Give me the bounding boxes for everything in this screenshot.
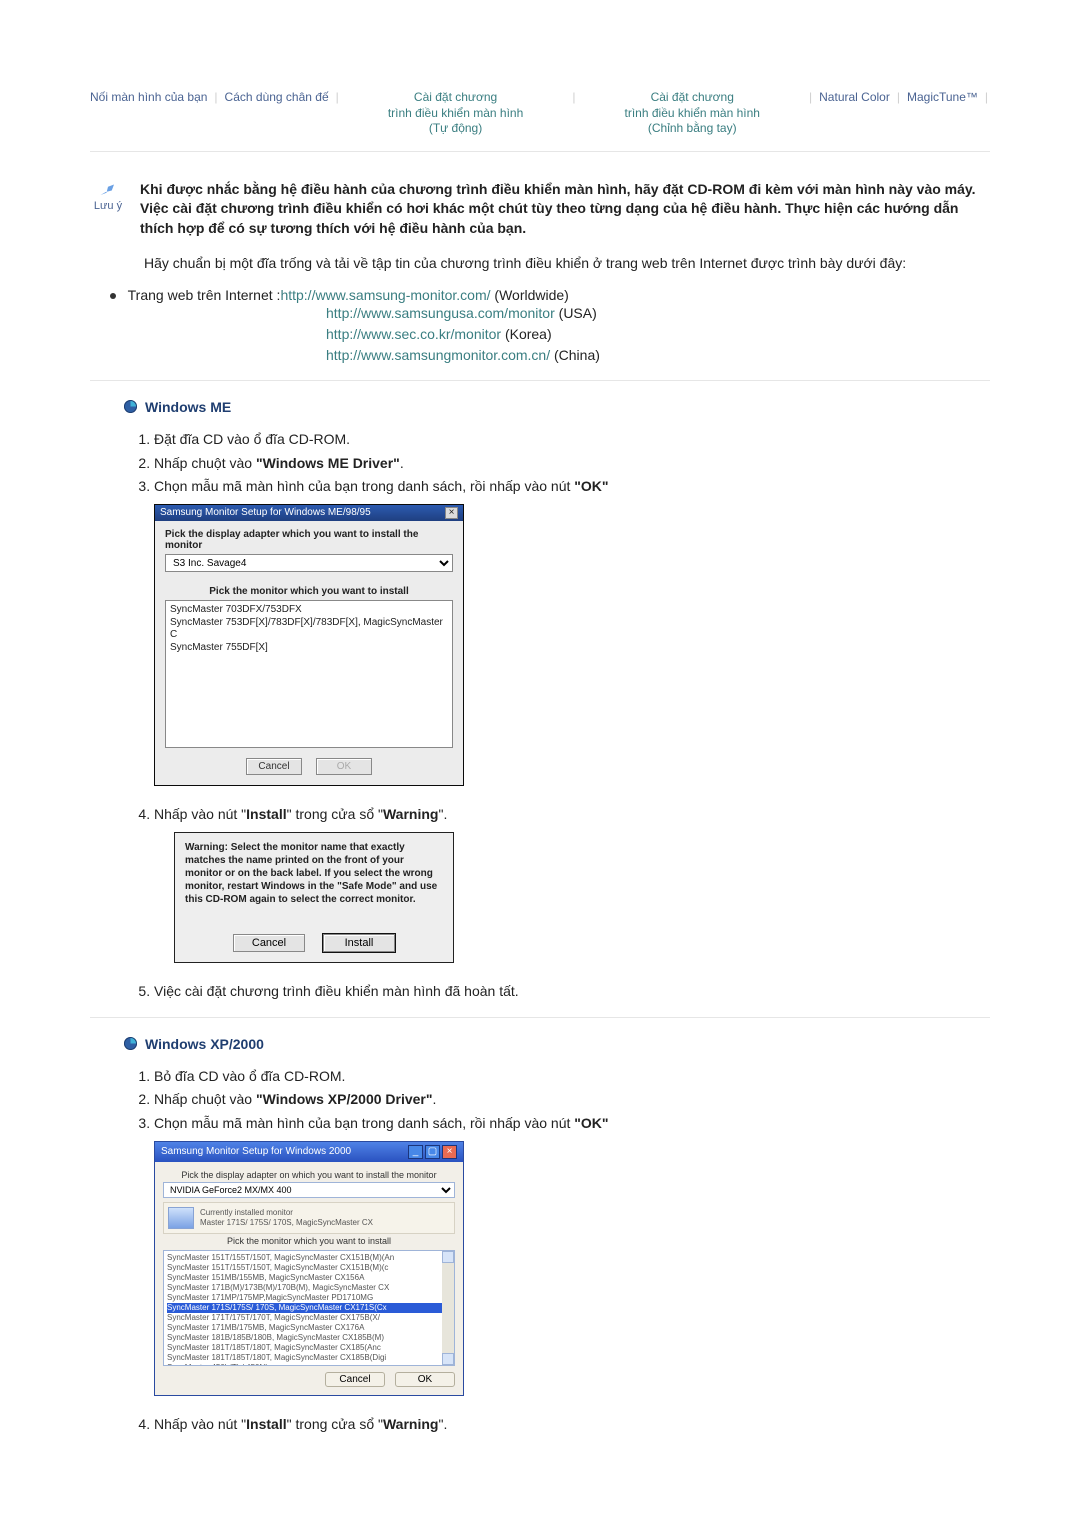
me-dialog-titlebar: Samsung Monitor Setup for Windows ME/98/… <box>155 505 463 521</box>
link-worldwide[interactable]: http://www.samsung-monitor.com/ <box>280 287 490 303</box>
me-dialog-adapter-label: Pick the display adapter which you want … <box>165 529 453 551</box>
xp-dialog-monitor-list[interactable]: SyncMaster 151T/155T/150T, MagicSyncMast… <box>163 1250 455 1366</box>
ok-button[interactable]: OK <box>316 758 372 775</box>
nav-install-driver-auto[interactable]: Cài đặt chương trình điều khiển màn hình… <box>346 90 566 137</box>
nav-stand-usage[interactable]: Cách dùng chân đế <box>225 90 329 106</box>
list-item[interactable]: SyncMaster 171MP/175MP,MagicSyncMaster P… <box>167 1293 451 1303</box>
scrollbar[interactable] <box>442 1251 454 1365</box>
me-dialog-title: Samsung Monitor Setup for Windows ME/98/… <box>160 507 371 518</box>
list-item-selected[interactable]: SyncMaster 171S/175S/ 170S, MagicSyncMas… <box>167 1303 451 1313</box>
xp-step-2: Nhấp chuột vào "Windows XP/2000 Driver". <box>154 1089 990 1111</box>
cancel-button[interactable]: Cancel <box>325 1372 385 1387</box>
me-step-4: Nhấp vào nút "Install" trong cửa sổ "War… <box>154 804 990 826</box>
me-setup-dialog: Samsung Monitor Setup for Windows ME/98/… <box>154 504 464 787</box>
xp-setup-dialog: Samsung Monitor Setup for Windows 2000 _… <box>154 1141 464 1396</box>
list-item[interactable]: SyncMaster 151T/155T/150T, MagicSyncMast… <box>167 1253 451 1263</box>
top-nav: Nối màn hình của bạn | Cách dùng chân đế… <box>90 90 990 152</box>
cancel-button[interactable]: Cancel <box>246 758 302 775</box>
pie-icon <box>124 1037 137 1050</box>
me-warning-dialog: Warning: Select the monitor name that ex… <box>174 832 454 963</box>
list-item[interactable]: SyncMaster 755DF[X] <box>170 642 448 655</box>
install-button[interactable]: Install <box>323 934 395 952</box>
note-icon-label: Lưu ý <box>94 200 122 212</box>
xp-current-label: Currently installed monitor <box>200 1208 373 1218</box>
me-step-5: Việc cài đặt chương trình điều khiển màn… <box>154 981 990 1003</box>
me-step-3: Chọn mẫu mã màn hình của bạn trong danh … <box>154 476 990 498</box>
scroll-down-icon[interactable] <box>442 1353 454 1365</box>
xp-dialog-adapter-label: Pick the display adapter on which you wa… <box>163 1170 455 1180</box>
note-sub: Hãy chuẩn bị một đĩa trống và tải về tập… <box>144 253 990 273</box>
list-item[interactable]: SyncMaster 703DFX/753DFX <box>170 604 448 617</box>
section-separator <box>90 380 990 381</box>
links-list: http://www.samsungusa.com/monitor (USA) … <box>326 303 990 366</box>
note-icon: Lưu ý <box>90 180 126 212</box>
note-block: Lưu ý Khi được nhắc bằng hệ điều hành củ… <box>90 180 990 239</box>
me-step-1: Đặt đĩa CD vào ổ đĩa CD-ROM. <box>154 429 990 451</box>
nav-magictune[interactable]: MagicTune™ <box>907 90 978 106</box>
me-warning-text: Warning: Select the monitor name that ex… <box>185 841 443 906</box>
link-suffix: (Korea) <box>501 326 552 342</box>
monitor-icon <box>168 1207 194 1229</box>
xp-steps: Bỏ đĩa CD vào ổ đĩa CD-ROM. Nhấp chuột v… <box>154 1066 990 1135</box>
link-usa[interactable]: http://www.samsungusa.com/monitor <box>326 305 555 321</box>
list-item[interactable]: SyncMaster 450b(T) / 450Nb <box>167 1363 451 1366</box>
xp-steps-2: Nhấp vào nút "Install" trong cửa sổ "War… <box>154 1414 990 1436</box>
nav-divider: | <box>570 90 577 104</box>
nav-divider: | <box>983 90 990 104</box>
nav-divider: | <box>807 90 814 104</box>
cancel-button[interactable]: Cancel <box>233 934 305 952</box>
list-item[interactable]: SyncMaster 171T/175T/170T, MagicSyncMast… <box>167 1313 451 1323</box>
close-icon[interactable]: × <box>442 1145 457 1159</box>
links-lead: Trang web trên Internet : <box>128 287 281 303</box>
close-icon[interactable]: × <box>445 507 458 519</box>
links-lead-row: Trang web trên Internet :http://www.sams… <box>124 287 990 303</box>
xp-dialog-current-monitor: Currently installed monitor Master 171S/… <box>163 1202 455 1234</box>
ok-button[interactable]: OK <box>395 1372 455 1387</box>
xp-dialog-titlebar: Samsung Monitor Setup for Windows 2000 _… <box>155 1142 463 1162</box>
me-dialog-monitor-label: Pick the monitor which you want to insta… <box>165 586 453 597</box>
nav-natural-color[interactable]: Natural Color <box>819 90 890 106</box>
link-suffix: (USA) <box>555 305 597 321</box>
scroll-up-icon[interactable] <box>442 1251 454 1263</box>
list-item[interactable]: SyncMaster 171MB/175MB, MagicSyncMaster … <box>167 1323 451 1333</box>
xp-dialog-adapter-select[interactable]: NVIDIA GeForce2 MX/MX 400 <box>163 1182 455 1198</box>
minimize-icon[interactable]: _ <box>408 1145 423 1159</box>
link-korea[interactable]: http://www.sec.co.kr/monitor <box>326 326 501 342</box>
xp-dialog-title: Samsung Monitor Setup for Windows 2000 <box>161 1146 351 1157</box>
nav-divider: | <box>212 90 219 104</box>
nav-divider: | <box>895 90 902 104</box>
me-step-2: Nhấp chuột vào "Windows ME Driver". <box>154 453 990 475</box>
xp-step-3: Chọn mẫu mã màn hình của bạn trong danh … <box>154 1113 990 1135</box>
link-suffix: (Worldwide) <box>491 287 569 303</box>
nav-install-driver-manual[interactable]: Cài đặt chương trình điều khiển màn hình… <box>582 90 802 137</box>
section-title-xp: Windows XP/2000 <box>124 1036 990 1052</box>
link-china[interactable]: http://www.samsungmonitor.com.cn/ <box>326 347 550 363</box>
link-suffix: (China) <box>550 347 600 363</box>
xp-step-4: Nhấp vào nút "Install" trong cửa sổ "War… <box>154 1414 990 1436</box>
bullet-icon <box>110 293 116 299</box>
xp-current-value: Master 171S/ 175S/ 170S, MagicSyncMaster… <box>200 1218 373 1228</box>
nav-connect-monitor[interactable]: Nối màn hình của bạn <box>90 90 207 106</box>
list-item[interactable]: SyncMaster 151MB/155MB, MagicSyncMaster … <box>167 1273 451 1283</box>
list-item[interactable]: SyncMaster 181T/185T/180T, MagicSyncMast… <box>167 1353 451 1363</box>
maximize-icon[interactable]: ▢ <box>425 1145 440 1159</box>
me-dialog-monitor-list[interactable]: SyncMaster 703DFX/753DFX SyncMaster 753D… <box>165 600 453 748</box>
me-steps-3: Việc cài đặt chương trình điều khiển màn… <box>154 981 990 1003</box>
me-steps: Đặt đĩa CD vào ổ đĩa CD-ROM. Nhấp chuột … <box>154 429 990 498</box>
me-steps-2: Nhấp vào nút "Install" trong cửa sổ "War… <box>154 804 990 826</box>
list-item[interactable]: SyncMaster 753DF[X]/783DF[X]/783DF[X], M… <box>170 617 448 642</box>
xp-step-1: Bỏ đĩa CD vào ổ đĩa CD-ROM. <box>154 1066 990 1088</box>
list-item[interactable]: SyncMaster 151T/155T/150T, MagicSyncMast… <box>167 1263 451 1273</box>
list-item[interactable]: SyncMaster 181B/185B/180B, MagicSyncMast… <box>167 1333 451 1343</box>
pie-icon <box>124 400 137 413</box>
me-dialog-adapter-select[interactable]: S3 Inc. Savage4 <box>165 554 453 572</box>
list-item[interactable]: SyncMaster 181T/185T/180T, MagicSyncMast… <box>167 1343 451 1353</box>
xp-dialog-monitor-label: Pick the monitor which you want to insta… <box>163 1236 455 1246</box>
note-text: Khi được nhắc bằng hệ điều hành của chươ… <box>140 180 990 239</box>
section-title-me: Windows ME <box>124 399 990 415</box>
nav-divider: | <box>334 90 341 104</box>
list-item[interactable]: SyncMaster 171B(M)/173B(M)/170B(M), Magi… <box>167 1283 451 1293</box>
section-separator <box>90 1017 990 1018</box>
